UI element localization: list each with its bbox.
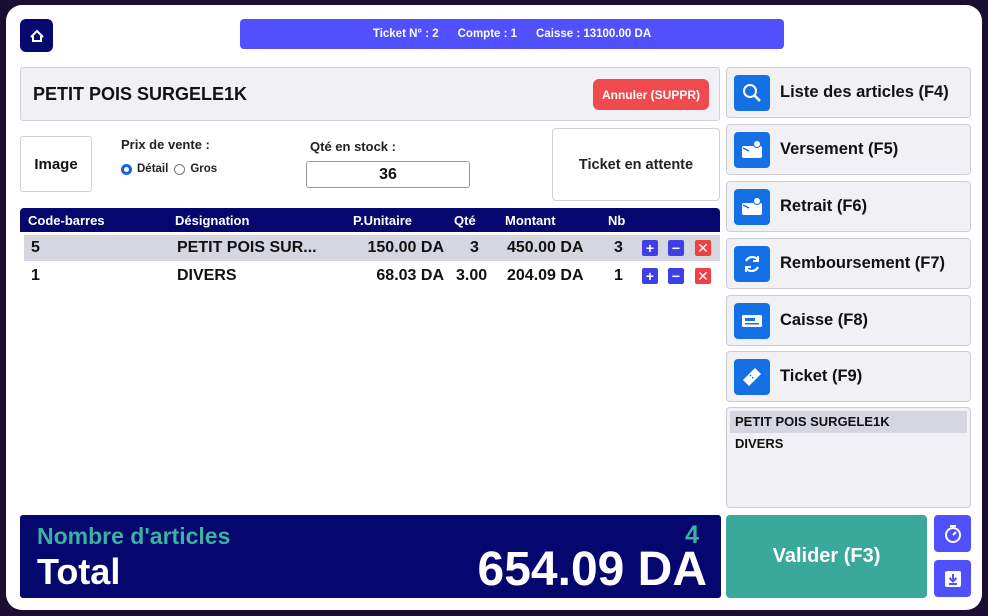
cell-designation: PETIT POIS SUR... <box>177 239 317 256</box>
price-type-radio-group: Détail Gros <box>121 163 223 175</box>
price-type-label: Prix de vente : <box>121 137 210 152</box>
increase-qty-button[interactable]: + <box>642 240 658 256</box>
account-number: Compte : 1 <box>457 28 518 40</box>
header-amount: Montant <box>505 213 556 228</box>
header-designation: Désignation <box>175 213 250 228</box>
stopwatch-icon <box>944 524 961 543</box>
app-window: Ticket N° : 2 Compte : 1 Caisse : 13100.… <box>6 5 982 610</box>
cell-unit-price: 150.00 DA <box>367 239 445 256</box>
radio-detail[interactable]: Détail <box>121 163 168 175</box>
header-nb: Nb <box>608 213 626 228</box>
radio-detail-label: Détail <box>137 163 169 175</box>
table-row[interactable]: 5 PETIT POIS SUR... 150.00 DA 3 450.00 D… <box>24 235 720 261</box>
cell-amount: 450.00 DA <box>507 239 584 256</box>
deposit-button[interactable]: Versement (F5) <box>726 124 971 175</box>
cell-unit-price: 68.03 DA <box>376 267 444 284</box>
totals-panel: Nombre d'articles 4 Total 654.09 DA <box>20 515 721 598</box>
ticket-info-banner: Ticket N° : 2 Compte : 1 Caisse : 13100.… <box>240 19 784 49</box>
timer-button[interactable] <box>934 515 971 552</box>
table-row[interactable]: 1 DIVERS 68.03 DA 3.00 204.09 DA 1 + − ✕ <box>24 263 720 289</box>
product-bar: PETIT POIS SURGELE1K Annuler (SUPPR) <box>20 67 720 121</box>
refund-button[interactable]: Remboursement (F7) <box>726 238 971 289</box>
wallet-out-icon <box>734 189 770 225</box>
decrease-qty-button[interactable]: − <box>668 240 684 256</box>
waiting-items-list: PETIT POIS SURGELE1K DIVERS <box>726 407 971 508</box>
search-icon <box>734 75 770 111</box>
cash-register-label: Caisse (F8) <box>780 311 869 329</box>
ticket-button[interactable]: Ticket (F9) <box>726 351 971 402</box>
radio-detail-indicator[interactable] <box>121 163 132 175</box>
deposit-label: Versement (F5) <box>780 140 899 158</box>
cell-code: 5 <box>31 239 40 256</box>
cell-nb: 1 <box>614 267 623 284</box>
save-button[interactable] <box>934 560 971 597</box>
cell-nb: 3 <box>614 239 623 256</box>
total-label: Total <box>37 551 121 592</box>
waiting-ticket-button[interactable]: Ticket en attente <box>552 128 720 201</box>
cancel-button[interactable]: Annuler (SUPPR) <box>593 79 709 110</box>
cash-register-icon <box>734 303 770 339</box>
withdrawal-button[interactable]: Retrait (F6) <box>726 181 971 232</box>
image-button[interactable]: Image <box>20 136 92 192</box>
radio-gros[interactable]: Gros <box>174 163 217 175</box>
home-button[interactable] <box>20 19 53 52</box>
cash-register-button[interactable]: Caisse (F8) <box>726 295 971 346</box>
total-value: 654.09 DA <box>477 543 707 596</box>
delete-row-button[interactable]: ✕ <box>695 240 711 256</box>
stock-field[interactable]: 36 <box>306 161 470 188</box>
header-unit-price: P.Unitaire <box>353 213 413 228</box>
ticket-label: Ticket (F9) <box>780 367 863 385</box>
ticket-icon <box>734 359 770 395</box>
wallet-in-icon <box>734 132 770 168</box>
cell-code: 1 <box>31 267 40 284</box>
cash-balance: Caisse : 13100.00 DA <box>536 28 652 40</box>
item-count-label: Nombre d'articles <box>37 523 231 549</box>
decrease-qty-button[interactable]: − <box>668 268 684 284</box>
table-header: Code-barres Désignation P.Unitaire Qté M… <box>20 208 720 232</box>
list-item[interactable]: DIVERS <box>730 433 967 455</box>
validate-button[interactable]: Valider (F3) <box>726 515 927 598</box>
cell-designation: DIVERS <box>177 267 237 284</box>
header-code: Code-barres <box>28 213 105 228</box>
articles-list-button[interactable]: Liste des articles (F4) <box>726 67 971 118</box>
cell-qty: 3.00 <box>456 267 488 284</box>
home-icon <box>29 29 44 42</box>
refund-label: Remboursement (F7) <box>780 254 946 272</box>
current-product-name: PETIT POIS SURGELE1K <box>33 84 248 104</box>
delete-row-button[interactable]: ✕ <box>695 268 711 284</box>
increase-qty-button[interactable]: + <box>642 268 658 284</box>
cell-qty: 3 <box>470 239 479 256</box>
ticket-number: Ticket N° : 2 <box>372 28 439 40</box>
withdrawal-label: Retrait (F6) <box>780 197 868 215</box>
radio-gros-indicator[interactable] <box>174 163 186 175</box>
cell-amount: 204.09 DA <box>507 267 584 284</box>
download-icon <box>944 570 961 587</box>
stock-label: Qté en stock : <box>310 139 396 154</box>
refresh-icon <box>734 246 770 282</box>
header-qty: Qté <box>454 213 476 228</box>
radio-gros-label: Gros <box>190 163 218 175</box>
list-item[interactable]: PETIT POIS SURGELE1K <box>730 411 967 433</box>
articles-list-label: Liste des articles (F4) <box>780 83 949 101</box>
